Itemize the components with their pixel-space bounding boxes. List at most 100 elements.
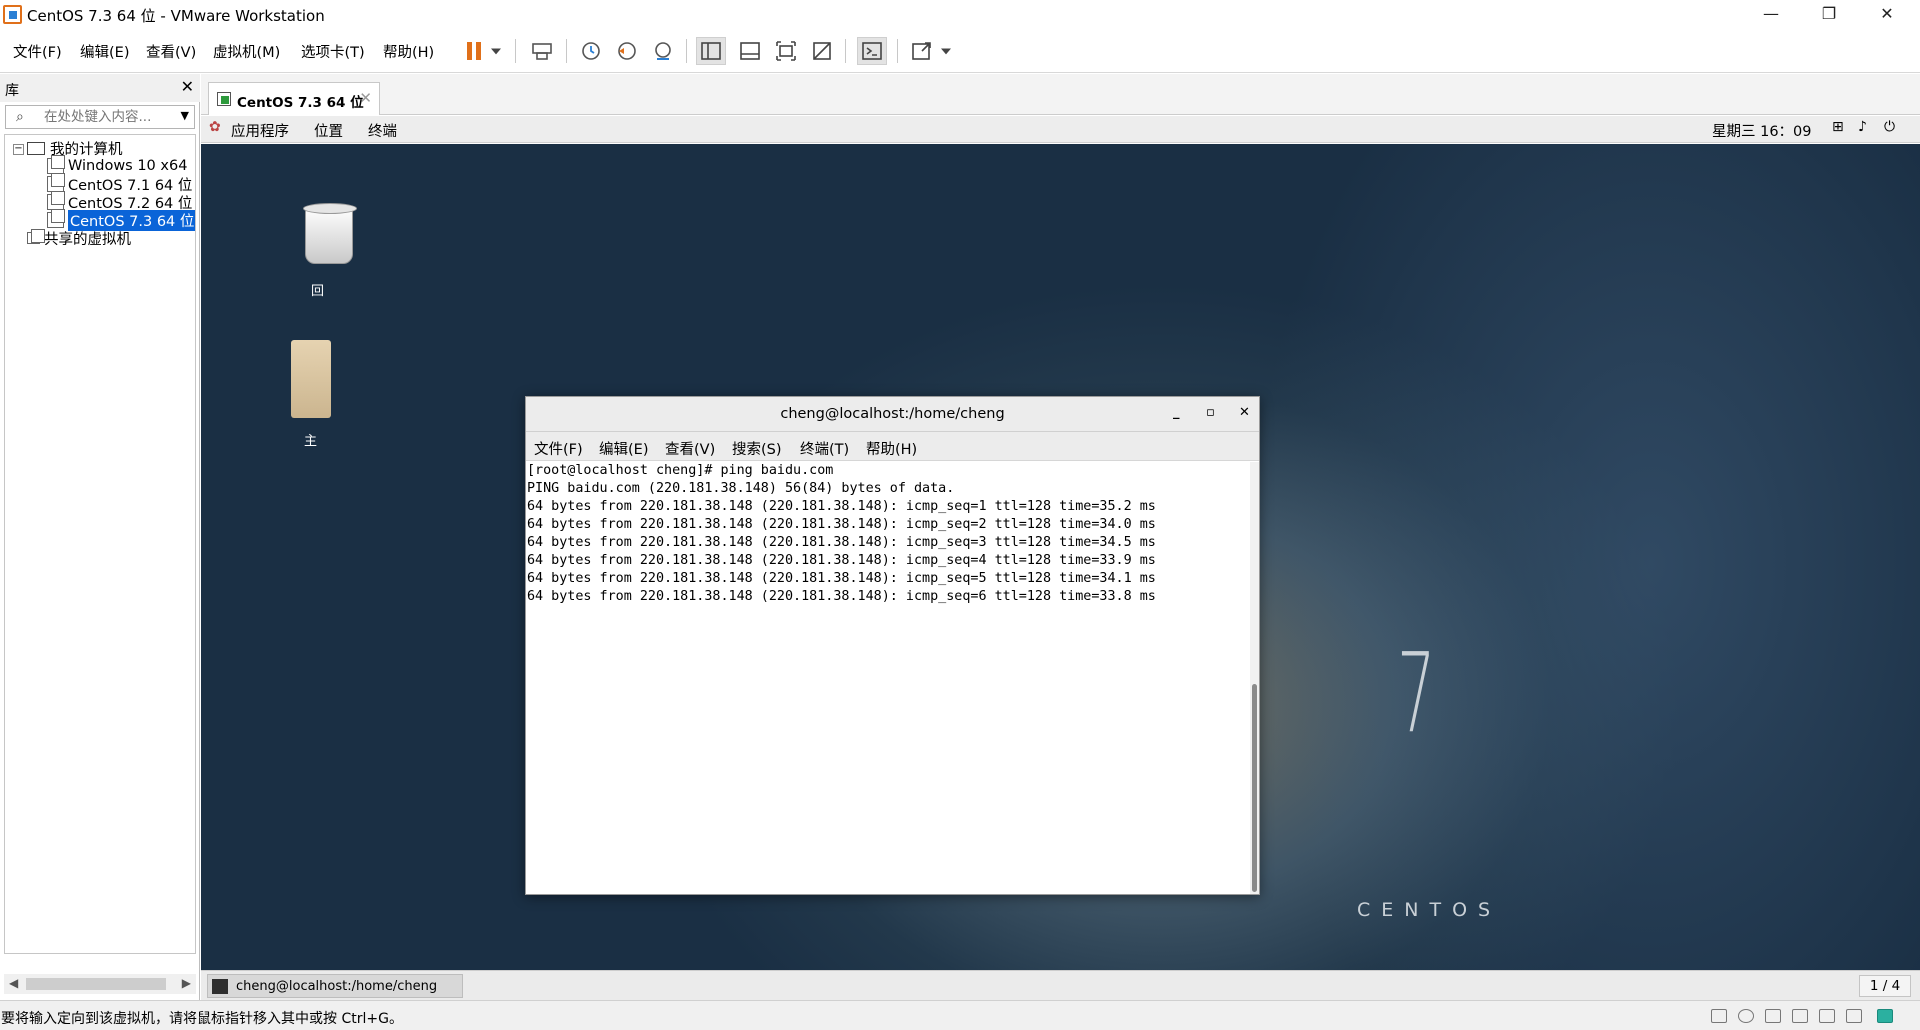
- gnome-top-bar: ✿ 应用程序 位置 终端 星期三 16：09 ⊞ ♪ ⏻: [201, 116, 1920, 143]
- tab-centos-7-3[interactable]: CentOS 7.3 64 位 ✕: [208, 82, 380, 115]
- printer-icon[interactable]: [1792, 1009, 1808, 1023]
- terminal-scrollbar[interactable]: [1250, 462, 1259, 894]
- scroll-left-icon[interactable]: ◀: [9, 976, 18, 990]
- home-folder-label: 主: [304, 434, 318, 449]
- cd-dvd-icon[interactable]: [1738, 1009, 1754, 1023]
- clock[interactable]: 星期三 16：09: [1712, 120, 1812, 141]
- library-close-button[interactable]: ✕: [181, 77, 194, 96]
- thumbnail-bar-icon[interactable]: [735, 37, 765, 65]
- gnome-menu-terminal[interactable]: 终端: [368, 120, 397, 141]
- menu-file[interactable]: 文件(F): [13, 41, 62, 62]
- volume-icon[interactable]: ♪: [1858, 119, 1867, 135]
- home-folder-icon[interactable]: [291, 340, 331, 418]
- menu-view[interactable]: 查看(V): [146, 41, 196, 62]
- stretch-guest-icon[interactable]: [907, 37, 937, 65]
- terminal-close-icon[interactable]: ✕: [1239, 405, 1250, 420]
- scrollbar-thumb[interactable]: [26, 978, 166, 990]
- terminal-line: 64 bytes from 220.181.38.148 (220.181.38…: [527, 517, 1156, 532]
- menu-help[interactable]: 帮助(H): [383, 41, 434, 62]
- vm-tab-bar: CentOS 7.3 64 位 ✕: [201, 74, 1920, 115]
- minimize-button[interactable]: —: [1742, 0, 1800, 29]
- vm-icon: [47, 155, 65, 174]
- collapse-toggle-icon[interactable]: −: [13, 144, 24, 155]
- revert-snapshot-icon[interactable]: [612, 37, 642, 65]
- show-library-icon[interactable]: [696, 37, 726, 65]
- network-icon[interactable]: ⊞: [1832, 119, 1844, 135]
- tree-item-shared-vms[interactable]: 共享的虚拟机: [27, 228, 131, 248]
- terminal-menu-edit[interactable]: 编辑(E): [599, 438, 648, 459]
- gnome-menu-applications[interactable]: 应用程序: [231, 120, 289, 141]
- toolbar-divider: [897, 39, 898, 63]
- gnome-foot-icon: ✿: [209, 119, 221, 135]
- menu-tabs[interactable]: 选项卡(T): [301, 41, 365, 62]
- menu-toolbar-bar: 文件(F) 编辑(E) 查看(V) 虚拟机(M) 选项卡(T) 帮助(H): [0, 29, 1920, 73]
- camera-icon[interactable]: [1846, 1009, 1862, 1023]
- workspace-indicator[interactable]: 1 / 4: [1859, 975, 1911, 997]
- menu-vm[interactable]: 虚拟机(M): [213, 41, 280, 62]
- terminal-menu-help[interactable]: 帮助(H): [866, 438, 917, 459]
- terminal-title-bar[interactable]: cheng@localhost:/home/cheng _ ▫ ✕: [526, 397, 1259, 432]
- guest-desktop[interactable]: 回 主 7 CENTOS cheng@localhost:/home/cheng…: [201, 144, 1920, 970]
- vm-icon: [47, 191, 65, 210]
- library-search-box[interactable]: ⌕ ▼: [5, 105, 195, 129]
- message-log-icon[interactable]: [1877, 1009, 1893, 1023]
- tree-item-label: 共享的虚拟机: [44, 231, 131, 248]
- library-title: 库: [5, 83, 19, 99]
- tab-label: CentOS 7.3 64 位: [237, 95, 364, 111]
- tab-close-icon[interactable]: ✕: [359, 89, 372, 107]
- terminal-icon: [212, 979, 228, 994]
- terminal-maximize-icon[interactable]: ▫: [1206, 405, 1215, 420]
- terminal-window[interactable]: cheng@localhost:/home/cheng _ ▫ ✕ 文件(F) …: [525, 396, 1260, 895]
- menu-edit[interactable]: 编辑(E): [80, 41, 129, 62]
- running-vm-icon: [217, 92, 231, 106]
- console-view-icon[interactable]: [857, 37, 887, 65]
- snapshot-manager-icon[interactable]: [648, 37, 678, 65]
- scrollbar-thumb[interactable]: [1252, 684, 1257, 892]
- network-adapter-icon[interactable]: [1765, 1009, 1781, 1023]
- terminal-output[interactable]: [root@localhost cheng]# ping baidu.com P…: [526, 462, 1250, 894]
- pause-icon[interactable]: [459, 37, 489, 65]
- snapshot-icon[interactable]: [576, 37, 606, 65]
- send-ctrl-alt-del-icon[interactable]: [527, 37, 557, 65]
- unity-icon[interactable]: [807, 37, 837, 65]
- restore-button[interactable]: ❐: [1800, 0, 1858, 29]
- terminal-line: 64 bytes from 220.181.38.148 (220.181.38…: [527, 535, 1156, 550]
- terminal-menu-search[interactable]: 搜索(S): [732, 438, 782, 459]
- terminal-menu-view[interactable]: 查看(V): [665, 438, 715, 459]
- close-button[interactable]: ✕: [1858, 0, 1916, 29]
- terminal-menu-file[interactable]: 文件(F): [534, 438, 583, 459]
- gnome-window-list: cheng@localhost:/home/cheng 1 / 4: [201, 970, 1920, 1000]
- terminal-line: 64 bytes from 220.181.38.148 (220.181.38…: [527, 499, 1156, 514]
- trash-icon[interactable]: [297, 196, 361, 266]
- gnome-menu-places[interactable]: 位置: [314, 120, 343, 141]
- chevron-down-icon[interactable]: ▼: [181, 109, 189, 122]
- hard-disk-icon[interactable]: [1711, 1009, 1727, 1023]
- terminal-line: [root@localhost cheng]# ping baidu.com: [527, 463, 834, 478]
- dropdown-arrow-icon[interactable]: [486, 37, 506, 65]
- vm-tree: − 我的计算机 Windows 10 x64 CentOS 7.1 64 位 C…: [4, 134, 196, 954]
- taskbar-item-terminal[interactable]: cheng@localhost:/home/cheng: [207, 974, 463, 998]
- toolbar-divider: [686, 39, 687, 63]
- power-icon[interactable]: ⏻: [1884, 119, 1895, 135]
- terminal-line: 64 bytes from 220.181.38.148 (220.181.38…: [527, 553, 1156, 568]
- title-bar: CentOS 7.3 64 位 - VMware Workstation — ❐…: [0, 0, 1920, 29]
- desktop-background-glow: [1201, 144, 1920, 970]
- library-header: 库 ✕: [0, 74, 200, 102]
- toolbar-divider: [845, 39, 846, 63]
- search-input[interactable]: [44, 108, 164, 126]
- tree-item-my-computer[interactable]: 我的计算机: [27, 138, 123, 158]
- dropdown-arrow-icon[interactable]: [936, 37, 956, 65]
- terminal-title: cheng@localhost:/home/cheng: [780, 406, 1005, 422]
- terminal-menu-terminal[interactable]: 终端(T): [800, 438, 849, 459]
- terminal-line: 64 bytes from 220.181.38.148 (220.181.38…: [527, 589, 1156, 604]
- terminal-menu-bar: 文件(F) 编辑(E) 查看(V) 搜索(S) 终端(T) 帮助(H): [526, 432, 1259, 461]
- library-horizontal-scrollbar[interactable]: ◀ ▶: [4, 974, 196, 994]
- toolbar-divider: [515, 39, 516, 63]
- full-screen-icon[interactable]: [771, 37, 801, 65]
- toolbar-divider: [566, 39, 567, 63]
- sound-card-icon[interactable]: [1819, 1009, 1835, 1023]
- scroll-right-icon[interactable]: ▶: [182, 976, 191, 990]
- terminal-minimize-icon[interactable]: _: [1173, 405, 1180, 420]
- shared-vm-icon: [27, 229, 45, 244]
- computer-icon: [27, 141, 45, 155]
